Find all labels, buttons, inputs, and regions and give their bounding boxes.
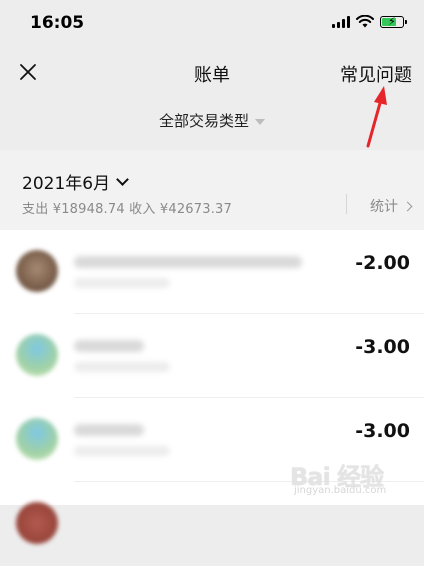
month-header: 2021年6月 支出 ¥18948.74 收入 ¥42673.37 统计 xyxy=(0,150,424,230)
blurred-timestamp xyxy=(74,446,170,456)
transaction-amount: -3.00 xyxy=(355,420,410,442)
avatar xyxy=(16,502,58,544)
chevron-right-icon xyxy=(402,201,413,211)
status-icons: ⚡ xyxy=(332,15,407,28)
transaction-amount: -3.00 xyxy=(355,336,410,358)
stats-label: 统计 xyxy=(370,199,398,215)
month-label: 2021年6月 xyxy=(22,174,111,194)
transaction-row[interactable]: -3.00 xyxy=(0,314,424,398)
blurred-timestamp xyxy=(74,278,170,288)
blurred-merchant-name xyxy=(74,256,302,268)
avatar xyxy=(16,250,58,292)
transaction-amount: -2.00 xyxy=(355,252,410,274)
wifi-icon xyxy=(356,15,374,28)
transaction-type-filter[interactable]: 全部交易类型 xyxy=(0,110,424,131)
watermark-logo: Bai 经验 jingyan.baidu.com xyxy=(290,451,410,499)
filter-label: 全部交易类型 xyxy=(158,112,249,130)
caret-down-icon xyxy=(255,118,265,125)
watermark-subtext: jingyan.baidu.com xyxy=(294,485,387,496)
blurred-timestamp xyxy=(74,362,170,372)
transaction-row[interactable]: -2.00 xyxy=(0,230,424,314)
status-bar: 16:05 ⚡ xyxy=(0,0,424,46)
signal-icon xyxy=(332,15,350,28)
status-time: 16:05 xyxy=(30,13,85,33)
stats-button[interactable]: 统计 xyxy=(370,196,413,216)
battery-icon: ⚡ xyxy=(380,15,407,28)
blurred-merchant-name xyxy=(74,424,144,436)
avatar xyxy=(16,418,58,460)
divider xyxy=(346,194,347,214)
avatar xyxy=(16,334,58,376)
chevron-down-icon xyxy=(116,172,129,186)
month-selector[interactable]: 2021年6月 xyxy=(22,169,129,194)
blurred-merchant-name xyxy=(74,340,144,352)
month-summary: 支出 ¥18948.74 收入 ¥42673.37 xyxy=(22,202,232,217)
